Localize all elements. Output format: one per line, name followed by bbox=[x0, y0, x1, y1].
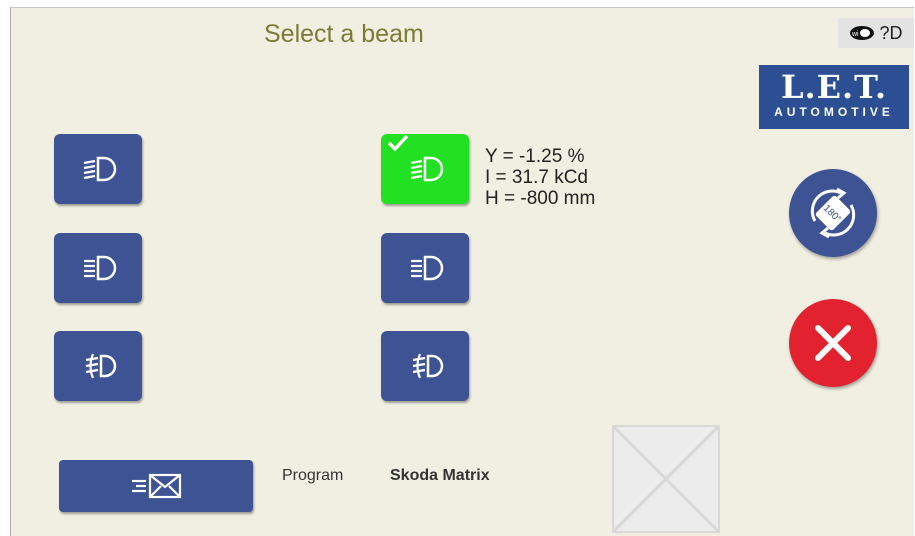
company-logo: L.E.T. AUTOMOTIVE bbox=[759, 65, 909, 129]
high-beam-icon bbox=[84, 255, 117, 281]
send-program-button[interactable] bbox=[59, 460, 253, 512]
app-screen: Select a beam wi ?D L.E.T. AUTOMOTIVE Y … bbox=[10, 7, 914, 536]
cancel-button[interactable] bbox=[789, 299, 877, 387]
page-title: Select a beam bbox=[264, 20, 424, 48]
logo-sub-text: AUTOMOTIVE bbox=[774, 105, 894, 119]
low-beam-right-button[interactable] bbox=[381, 134, 469, 204]
fog-light-left-button[interactable] bbox=[54, 331, 142, 401]
send-mail-icon bbox=[132, 473, 182, 499]
low-beam-icon bbox=[410, 156, 444, 182]
program-label: Program bbox=[282, 467, 344, 484]
help-icon[interactable]: ?D bbox=[879, 23, 902, 44]
program-value: Skoda Matrix bbox=[390, 467, 490, 484]
high-beam-right-button[interactable] bbox=[381, 233, 469, 303]
fog-light-icon bbox=[412, 353, 444, 379]
fog-light-icon bbox=[85, 353, 117, 379]
intensity-value: I = 31.7 kCd bbox=[485, 167, 588, 188]
beam-measurements: Y = -1.25 % I = 31.7 kCd H = -800 mm bbox=[485, 146, 595, 209]
low-beam-left-button[interactable] bbox=[54, 134, 142, 204]
image-placeholder-icon bbox=[612, 425, 720, 533]
vertical-offset-value: Y = -1.25 % bbox=[485, 146, 585, 167]
svg-text:wi: wi bbox=[851, 31, 859, 38]
wifi-icon: wi bbox=[850, 26, 875, 40]
checkmark-icon bbox=[387, 134, 409, 152]
fog-light-right-button[interactable] bbox=[381, 331, 469, 401]
rotate-180-button[interactable]: 180° bbox=[789, 169, 877, 257]
high-beam-left-button[interactable] bbox=[54, 233, 142, 303]
logo-main-text: L.E.T. bbox=[781, 68, 887, 106]
height-value: H = -800 mm bbox=[485, 188, 596, 209]
close-icon bbox=[815, 325, 851, 361]
status-bar: wi ?D bbox=[838, 18, 914, 48]
low-beam-icon bbox=[83, 156, 117, 182]
high-beam-icon bbox=[411, 255, 444, 281]
rotate-180-icon: 180° bbox=[810, 187, 856, 239]
